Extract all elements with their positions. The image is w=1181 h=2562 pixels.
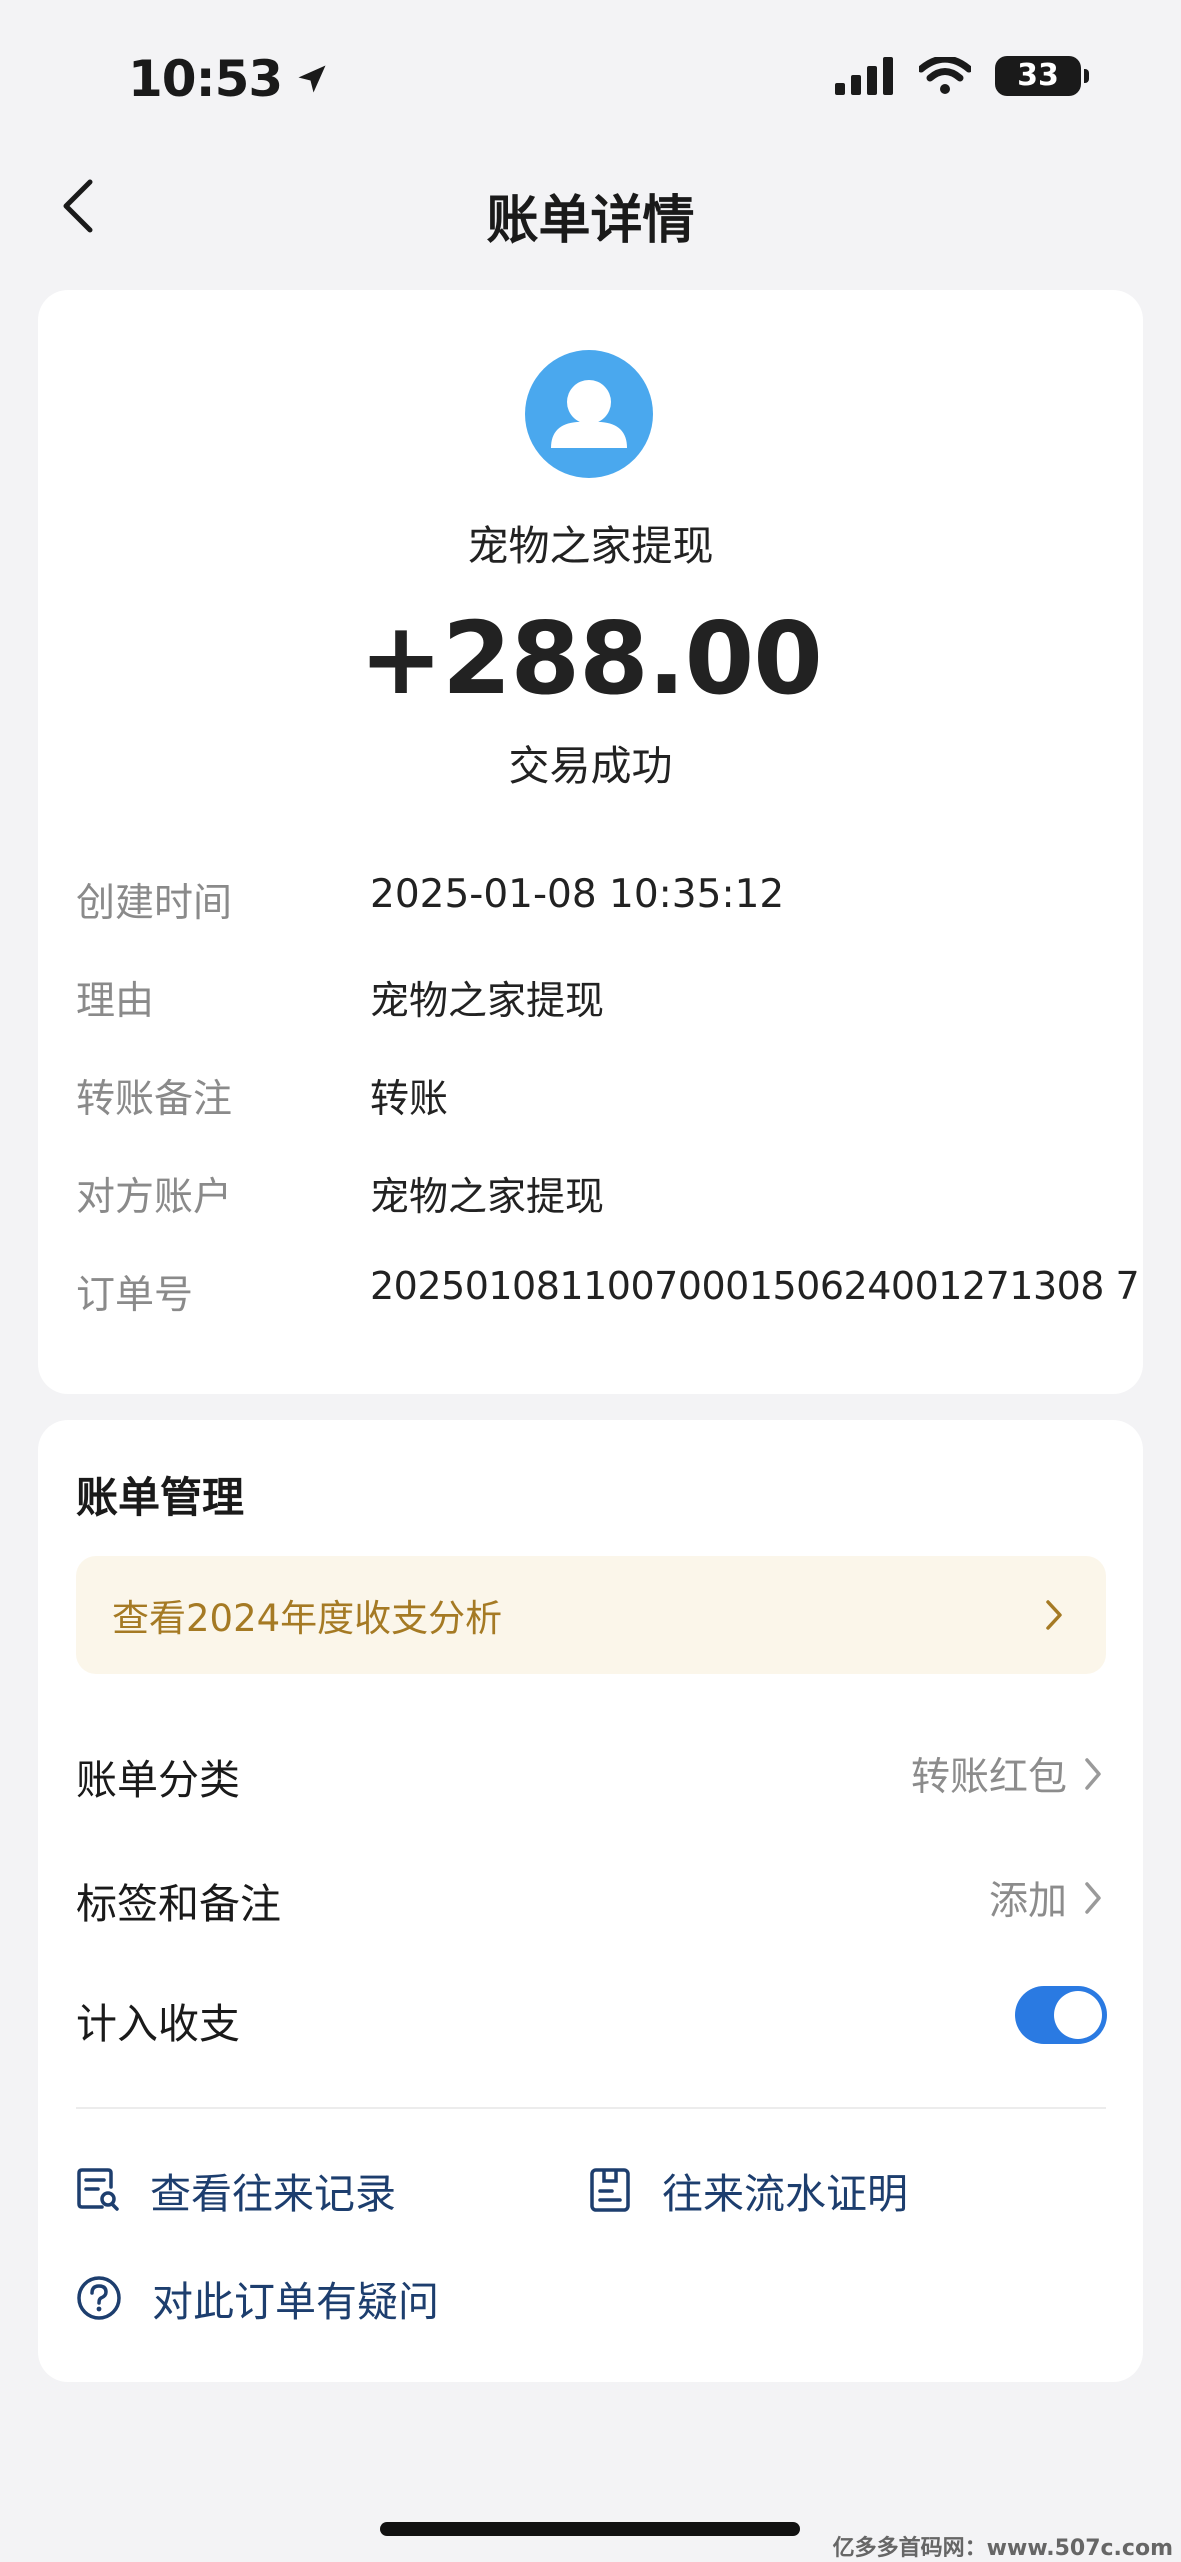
chevron-right-icon: [1085, 1758, 1101, 1790]
user-icon: [551, 380, 627, 448]
detail-value-transfer-note: 转账: [370, 1077, 449, 1122]
detail-label-counterparty: 对方账户: [76, 1175, 233, 1220]
chevron-left-icon: [63, 179, 93, 233]
detail-label-order-number: 订单号: [76, 1273, 194, 1318]
annual-analysis-label: 查看2024年度收支分析: [112, 1597, 503, 1640]
avatar: [525, 350, 653, 478]
toggle-knob: [1054, 1991, 1102, 2039]
bill-category-label: 账单分类: [76, 1756, 240, 1804]
chevron-right-icon: [1085, 1882, 1101, 1914]
chevron-right-icon: [1046, 1600, 1062, 1630]
document-icon: [590, 2168, 630, 2212]
question-circle-icon: [77, 2276, 121, 2320]
battery-icon: 33: [995, 56, 1089, 96]
statement-proof-label: 往来流水证明: [662, 2170, 908, 2218]
detail-label-transfer-note: 转账备注: [76, 1077, 233, 1122]
annual-analysis-banner[interactable]: 查看2024年度收支分析: [76, 1556, 1106, 1674]
detail-value-created-time: 2025-01-08 10:35:12: [370, 872, 785, 917]
detail-label-reason: 理由: [76, 979, 155, 1024]
status-time: 10:53: [128, 50, 330, 108]
status-indicators: 33: [835, 56, 1089, 96]
bill-category-selector[interactable]: 转账红包: [911, 1746, 1103, 1802]
battery-level: 33: [1017, 58, 1059, 93]
page-title: 账单详情: [486, 191, 695, 251]
divider: [76, 2107, 1106, 2109]
signal-icon: [835, 57, 893, 95]
detail-value-counterparty: 宠物之家提现: [370, 1175, 605, 1220]
detail-value-order-number: 2025010811007000150624001271308 7: [370, 1264, 1140, 1308]
watermark: 亿多多首码网：www.507c.com: [832, 2536, 1173, 2561]
back-button[interactable]: [48, 176, 108, 236]
view-records-label: 查看往来记录: [150, 2170, 396, 2218]
tags-notes-selector[interactable]: 添加: [989, 1870, 1103, 1926]
include-in-budget-toggle[interactable]: [1015, 1986, 1107, 2044]
detail-label-created-time: 创建时间: [76, 881, 233, 926]
view-records-link[interactable]: 查看往来记录: [76, 2160, 396, 2220]
tags-notes-label: 标签和备注: [76, 1880, 281, 1928]
home-indicator[interactable]: [380, 2522, 800, 2536]
records-search-icon: [77, 2168, 119, 2211]
section-title: 账单管理: [76, 1473, 245, 1522]
tags-notes-value: 添加: [988, 1879, 1067, 1924]
clock: 10:53: [128, 50, 283, 108]
order-question-label: 对此订单有疑问: [152, 2278, 439, 2326]
statement-proof-link[interactable]: 往来流水证明: [588, 2160, 908, 2220]
transaction-status: 交易成功: [508, 742, 673, 790]
amount: +288.00: [359, 600, 823, 717]
detail-value-reason: 宠物之家提现: [370, 979, 605, 1024]
location-arrow-icon: [298, 65, 326, 93]
payee-name: 宠物之家提现: [467, 522, 714, 570]
order-question-link[interactable]: 对此订单有疑问: [76, 2268, 439, 2328]
wifi-icon: [919, 57, 971, 94]
bill-category-value: 转账红包: [910, 1755, 1067, 1800]
include-in-budget-label: 计入收支: [76, 2000, 240, 2048]
